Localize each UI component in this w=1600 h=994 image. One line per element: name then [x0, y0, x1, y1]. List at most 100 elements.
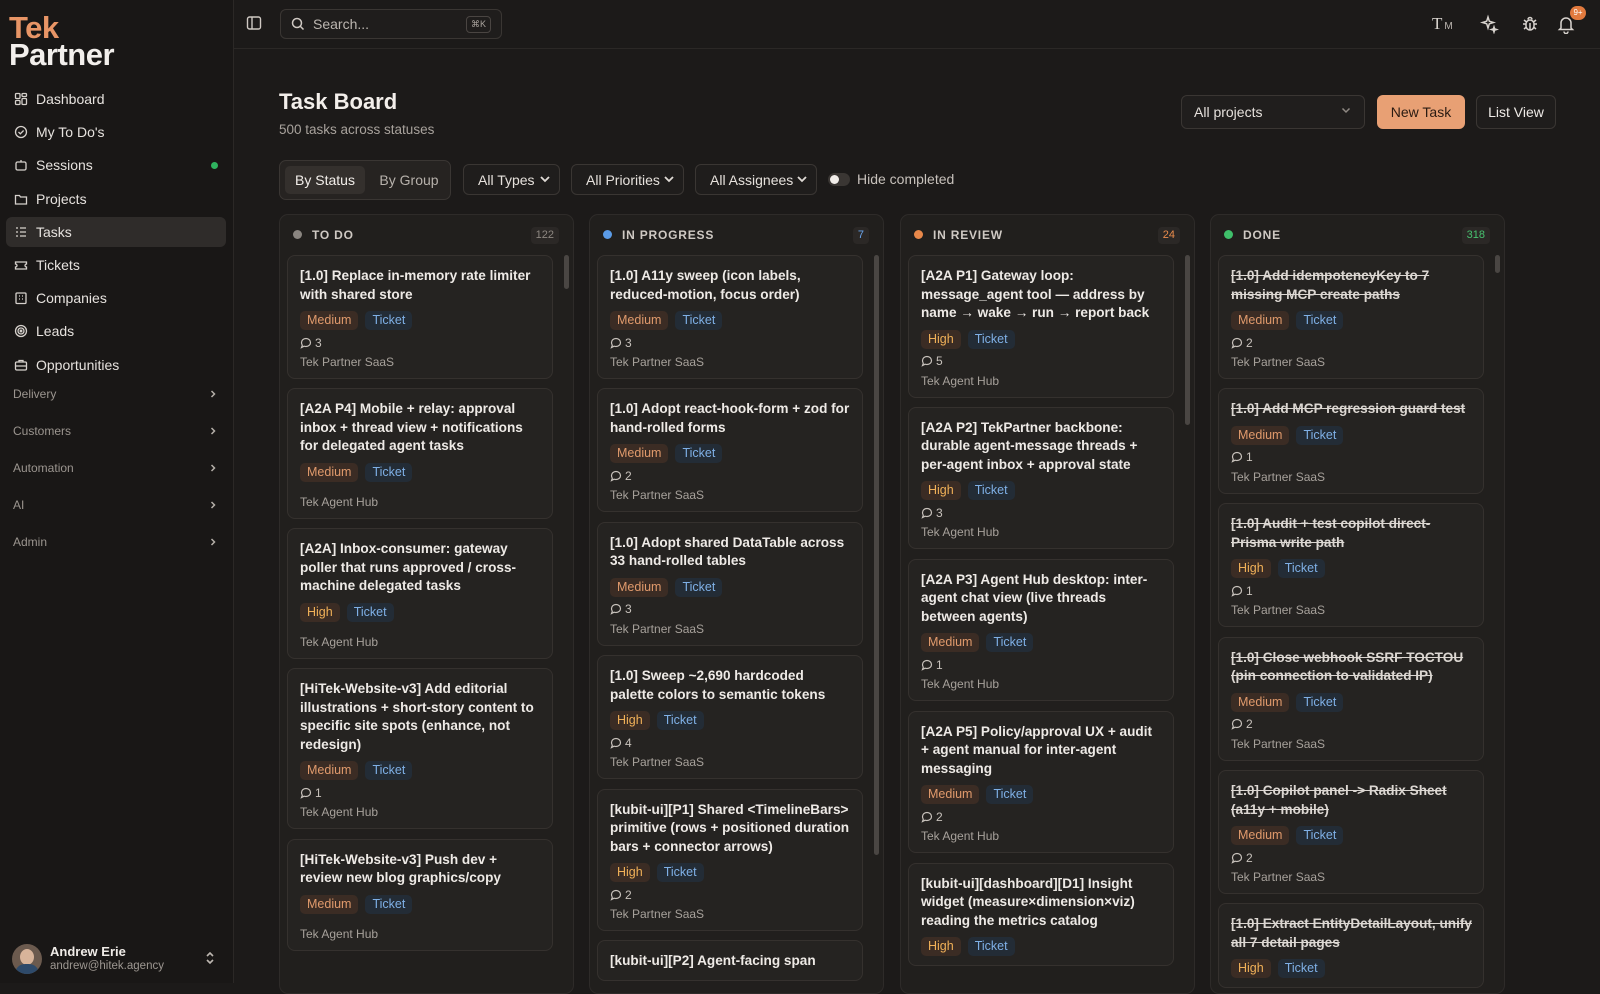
task-project: Tek Partner SaaS: [1231, 469, 1326, 484]
chevron-up-down-icon: [206, 951, 214, 965]
sidebar-item-projects[interactable]: Projects: [6, 184, 226, 214]
sidebar-item-tickets[interactable]: Tickets: [6, 250, 226, 280]
sidebar-section-delivery[interactable]: Delivery: [13, 384, 218, 404]
type-badge: Ticket: [365, 894, 413, 914]
dashboard-icon: [14, 92, 28, 106]
sidebar-item-companies[interactable]: Companies: [6, 283, 226, 313]
comment-count-value: 2: [625, 468, 632, 483]
sidebar-section-admin[interactable]: Admin: [13, 532, 218, 552]
task-project: Tek Agent Hub: [300, 494, 379, 509]
priority-badge: Medium: [921, 633, 980, 653]
column-scrollbar[interactable]: [1495, 255, 1500, 273]
column-title: TO DO: [312, 228, 354, 242]
by-group-tab[interactable]: By Group: [370, 166, 448, 194]
column-title: IN PROGRESS: [622, 228, 715, 242]
task-card[interactable]: [1.0] Sweep ~2,690 hardcoded palette col…: [597, 655, 863, 780]
task-title: [A2A P2] TekPartner backbone: durable ag…: [921, 419, 1138, 472]
sessions-icon: [15, 160, 27, 172]
task-card[interactable]: [HiTek-Website-v3] Add editorial illustr…: [287, 668, 553, 830]
search-box[interactable]: ⌘K: [280, 9, 502, 39]
task-card[interactable]: [1.0] A11y sweep (icon labels, reduced-m…: [597, 255, 863, 379]
type-badge: Ticket: [986, 785, 1034, 805]
task-title: [1.0] Copilot panel -> Radix Sheet (a11y…: [1231, 783, 1447, 817]
column-scrollbar[interactable]: [1185, 255, 1190, 425]
task-card[interactable]: [A2A] Inbox-consumer: gateway poller tha…: [287, 528, 553, 659]
bug-icon[interactable]: [1520, 14, 1540, 34]
sidebar-item-sessions[interactable]: Sessions: [6, 150, 226, 180]
task-card[interactable]: [kubit-ui][dashboard][D1] Insight widget…: [908, 862, 1174, 967]
column-scrollbar[interactable]: [564, 255, 569, 289]
comment-count-value: 4: [625, 735, 632, 750]
task-title: [1.0] Add MCP regression guard test: [1231, 401, 1466, 417]
by-status-tab[interactable]: By Status: [285, 166, 365, 194]
status-dot: [211, 162, 218, 170]
notifications-button[interactable]: 9+: [1556, 6, 1586, 35]
sparkles-icon[interactable]: [1479, 14, 1499, 34]
type-badge: Ticket: [967, 481, 1015, 501]
priority-filter-value: All Priorities: [586, 171, 660, 188]
comment-count: 1: [300, 785, 541, 800]
app-logo[interactable]: Tek Partner: [9, 12, 115, 70]
task-card[interactable]: [1.0] Adopt react-hook-form + zod for ha…: [597, 388, 863, 513]
comment-count: 2: [921, 809, 1162, 824]
comment-icon: [1231, 585, 1243, 597]
task-card[interactable]: [A2A P5] Policy/approval UX + audit + ag…: [908, 710, 1174, 854]
type-badge: Ticket: [365, 462, 413, 482]
priority-badge: Medium: [921, 785, 980, 805]
comment-icon: [921, 355, 933, 367]
sidebar-section-ai[interactable]: AI: [13, 495, 218, 515]
sidebar-item-leads[interactable]: Leads: [6, 316, 226, 346]
task-title: [1.0] Extract EntityDetailLayout, unify …: [1231, 916, 1472, 950]
priority-filter[interactable]: All Priorities: [571, 164, 684, 195]
task-card[interactable]: [kubit-ui][P2] Agent-facing span: [597, 940, 863, 981]
task-card[interactable]: [1.0] Audit + test copilot direct-Prisma…: [1218, 503, 1484, 628]
font-size-button[interactable]: TM: [1432, 14, 1460, 34]
type-badge: Ticket: [675, 311, 723, 330]
task-card[interactable]: [1.0] Add MCP regression guard test Mediu…: [1218, 388, 1484, 494]
task-card[interactable]: [1.0] Replace in-memory rate limiter wit…: [287, 255, 553, 379]
assignee-filter[interactable]: All Assignees: [695, 164, 817, 195]
task-card[interactable]: [kubit-ui][P1] Shared <TimelineBars> pri…: [597, 788, 863, 932]
task-card[interactable]: [A2A P4] Mobile + relay: approval inbox …: [287, 388, 553, 519]
ticket-icon: [14, 261, 28, 270]
type-filter[interactable]: All Types: [463, 164, 560, 195]
task-project: Tek Partner SaaS: [1231, 355, 1326, 369]
sidebar-item-my-to-do-s[interactable]: My To Do's: [6, 117, 226, 147]
list-view-button[interactable]: List View: [1476, 95, 1556, 129]
hide-completed-toggle[interactable]: [828, 173, 850, 186]
column-count: 24: [1157, 227, 1180, 244]
sidebar-item-tasks[interactable]: Tasks: [6, 216, 226, 247]
comment-count-value: 2: [1246, 335, 1253, 350]
page-title: Task Board: [279, 89, 398, 114]
task-project: Tek Agent Hub: [921, 525, 1000, 540]
task-card[interactable]: [1.0] Add idempotencyKey to 7 missing MC…: [1218, 255, 1484, 379]
sidebar-section-label: AI: [13, 498, 25, 512]
sidebar-item-label: Tickets: [36, 256, 80, 273]
new-task-button[interactable]: New Task: [1377, 95, 1465, 129]
project-select[interactable]: All projects: [1181, 95, 1365, 129]
task-card[interactable]: [A2A P2] TekPartner backbone: durable ag…: [908, 406, 1174, 550]
task-card[interactable]: [1.0] Adopt shared DataTable across 33 h…: [597, 521, 863, 646]
sidebar-item-opportunities[interactable]: Opportunities: [6, 350, 226, 380]
task-project: Tek Partner SaaS: [610, 355, 705, 369]
search-input[interactable]: [313, 16, 453, 32]
sidebar-section-automation[interactable]: Automation: [13, 458, 218, 478]
briefcase-icon: [14, 359, 28, 371]
task-card[interactable]: [A2A P1] Gateway loop: message_agent too…: [908, 255, 1174, 398]
user-menu[interactable]: Andrew Erie andrew@hitek.agency: [12, 942, 222, 976]
column-header: IN PROGRESS 7: [590, 215, 883, 248]
task-card[interactable]: [HiTek-Website-v3] Push dev + review new…: [287, 838, 553, 951]
sidebar-item-dashboard[interactable]: Dashboard: [6, 84, 226, 114]
sidebar-item-label: Leads: [36, 323, 75, 340]
comment-icon: [610, 604, 622, 615]
sidebar-toggle-icon[interactable]: [246, 15, 262, 31]
task-card[interactable]: [1.0] Copilot panel -> Radix Sheet (a11y…: [1218, 770, 1484, 895]
task-card[interactable]: [1.0] Close webhook SSRF TOCTOU (pin con…: [1218, 636, 1484, 761]
task-card[interactable]: [1.0] Extract EntityDetailLayout, unify …: [1218, 903, 1484, 989]
type-badge: Ticket: [967, 937, 1015, 957]
type-badge: Ticket: [1277, 559, 1325, 579]
column-scrollbar[interactable]: [874, 255, 879, 855]
task-card[interactable]: [A2A P3] Agent Hub desktop: inter-agent …: [908, 558, 1174, 702]
column-count: 7: [852, 227, 869, 244]
sidebar-section-customers[interactable]: Customers: [13, 421, 218, 441]
